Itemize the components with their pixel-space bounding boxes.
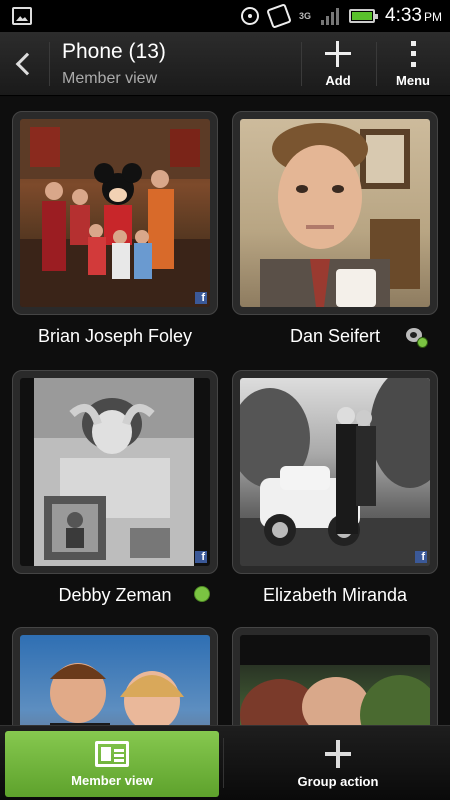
- member-photo-frame[interactable]: [12, 627, 218, 725]
- member-photo-frame[interactable]: f: [12, 111, 218, 315]
- member-card[interactable]: Dan Seifert: [232, 111, 438, 348]
- status-bar: 3G 4:33 PM: [0, 0, 450, 32]
- member-card[interactable]: f Elizabeth Miranda: [232, 370, 438, 605]
- video-chat-icon: [406, 328, 428, 348]
- divider: [49, 42, 50, 86]
- clock-time: 4:33: [385, 5, 422, 26]
- more-vert-icon: [410, 40, 416, 67]
- group-action-tab[interactable]: Group action: [226, 731, 450, 797]
- member-photo-frame[interactable]: f: [12, 370, 218, 574]
- member-photo: f: [20, 378, 210, 566]
- member-photo: f: [240, 378, 430, 566]
- member-card[interactable]: [12, 627, 218, 725]
- member-photo: [240, 119, 430, 307]
- network-type: 3G: [299, 10, 312, 21]
- back-button[interactable]: [0, 32, 48, 96]
- battery-icon: [349, 9, 379, 23]
- member-photo: [20, 635, 210, 725]
- member-name: Debby Zeman: [58, 585, 172, 605]
- facebook-icon: f: [195, 551, 207, 563]
- online-status-icon: [194, 586, 210, 602]
- group-action-label: Group action: [297, 773, 379, 789]
- facebook-icon: f: [195, 292, 207, 304]
- member-photo: f: [20, 119, 210, 307]
- page-title: Phone (13): [62, 40, 166, 63]
- member-view-tab[interactable]: Member view: [5, 731, 219, 797]
- clock-ampm: PM: [424, 10, 442, 24]
- member-name: Elizabeth Miranda: [262, 585, 408, 605]
- add-button[interactable]: Add: [302, 32, 374, 96]
- member-card[interactable]: [232, 627, 438, 725]
- member-grid[interactable]: f Brian Joseph Foley Dan Seifert f Debby…: [0, 97, 450, 725]
- bottom-bar: Member view Group action: [0, 725, 450, 800]
- member-card[interactable]: f Debby Zeman: [12, 370, 218, 605]
- signal-icon: [321, 7, 340, 25]
- clock: 4:33 PM: [385, 5, 442, 27]
- status-icons: 3G 4:33 PM: [241, 0, 442, 32]
- action-bar: Phone (13) Member view Add Menu: [0, 32, 450, 96]
- member-view-icon: [95, 740, 129, 767]
- gallery-notification-icon: [12, 7, 32, 25]
- member-card[interactable]: f Brian Joseph Foley: [12, 111, 218, 346]
- member-photo-frame[interactable]: f: [232, 370, 438, 574]
- page-subtitle: Member view: [62, 70, 158, 87]
- vibrate-icon: [266, 3, 292, 29]
- plus-icon: [325, 40, 351, 67]
- group-action-icon: [325, 739, 351, 768]
- divider: [223, 738, 224, 788]
- gps-icon: [241, 7, 259, 25]
- member-photo-frame[interactable]: [232, 111, 438, 315]
- facebook-icon: f: [415, 551, 427, 563]
- member-view-label: Member view: [71, 772, 153, 788]
- member-name: Brian Joseph Foley: [37, 326, 193, 346]
- menu-label: Menu: [396, 72, 430, 88]
- add-label: Add: [325, 72, 351, 88]
- chevron-left-icon: [15, 52, 39, 76]
- menu-button[interactable]: Menu: [377, 32, 449, 96]
- member-photo: [240, 635, 430, 725]
- member-photo-frame[interactable]: [232, 627, 438, 725]
